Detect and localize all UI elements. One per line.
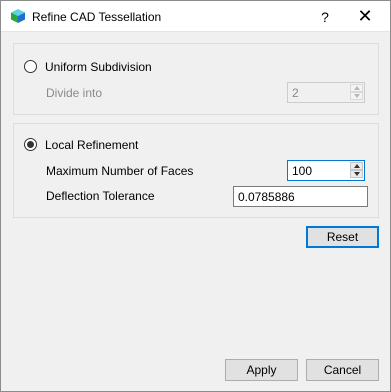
help-button[interactable]: ? bbox=[307, 1, 343, 32]
max-faces-spinbox[interactable]: 100 bbox=[287, 160, 365, 181]
max-faces-value: 100 bbox=[292, 164, 313, 178]
title-bar: Refine CAD Tessellation ? ✕ bbox=[1, 1, 390, 32]
max-faces-down-arrow-icon[interactable] bbox=[350, 170, 363, 178]
max-faces-label: Maximum Number of Faces bbox=[46, 164, 194, 178]
divide-into-spinbox[interactable]: 2 bbox=[287, 82, 365, 103]
local-refinement-radio[interactable] bbox=[24, 138, 37, 151]
cancel-button[interactable]: Cancel bbox=[306, 359, 379, 381]
deflection-tolerance-input[interactable]: 0.0785886 bbox=[233, 186, 368, 207]
divide-into-label: Divide into bbox=[46, 86, 103, 100]
divide-into-value: 2 bbox=[292, 86, 299, 100]
reset-button[interactable]: Reset bbox=[306, 226, 379, 248]
local-refinement-group: Local Refinement Maximum Number of Faces… bbox=[13, 123, 379, 218]
divide-up-arrow-icon[interactable] bbox=[350, 84, 363, 92]
deflection-tolerance-value: 0.0785886 bbox=[238, 190, 295, 204]
uniform-subdivision-label[interactable]: Uniform Subdivision bbox=[45, 60, 152, 74]
app-cube-icon bbox=[11, 9, 25, 23]
close-button[interactable]: ✕ bbox=[347, 1, 383, 32]
divide-spin-arrows bbox=[350, 84, 363, 101]
uniform-subdivision-group: Uniform Subdivision Divide into 2 bbox=[13, 43, 379, 115]
dialog-window: Refine CAD Tessellation ? ✕ Uniform Subd… bbox=[0, 0, 391, 392]
max-faces-up-arrow-icon[interactable] bbox=[350, 162, 363, 170]
deflection-tolerance-label: Deflection Tolerance bbox=[46, 189, 155, 203]
local-refinement-label[interactable]: Local Refinement bbox=[45, 138, 138, 152]
apply-button[interactable]: Apply bbox=[225, 359, 298, 381]
divide-down-arrow-icon[interactable] bbox=[350, 92, 363, 100]
window-title: Refine CAD Tessellation bbox=[32, 10, 162, 24]
uniform-subdivision-radio[interactable] bbox=[24, 60, 37, 73]
max-faces-spin-arrows bbox=[350, 162, 363, 179]
